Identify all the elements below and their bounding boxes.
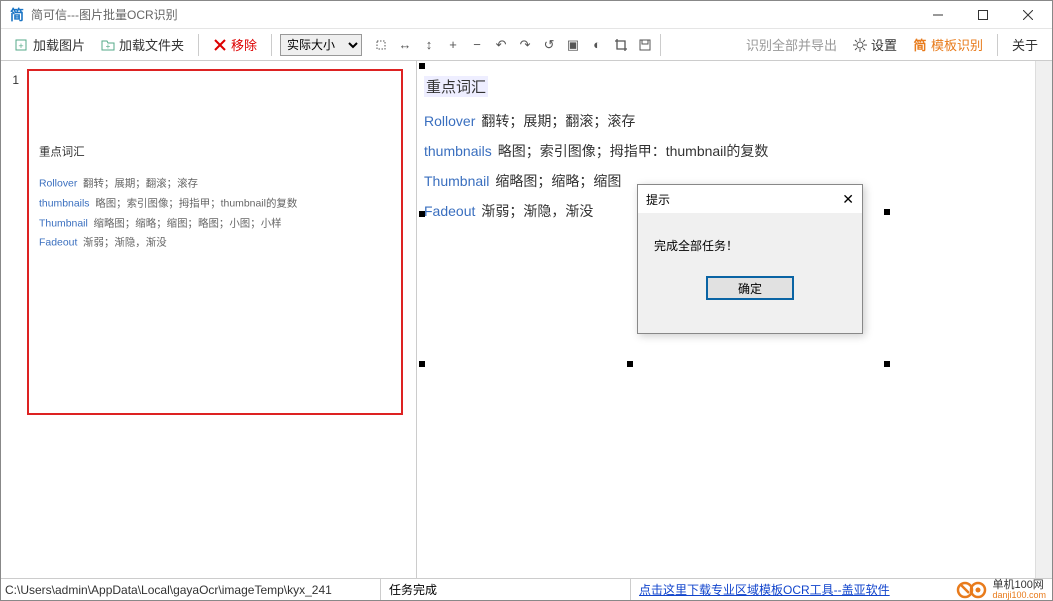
- crop-icon[interactable]: [614, 38, 628, 52]
- logo-icon: [956, 580, 988, 600]
- sel-handle[interactable]: [419, 63, 425, 69]
- site-logo[interactable]: 单机100网 danji100.com: [950, 580, 1052, 600]
- template-button[interactable]: 简 模板识别: [907, 32, 989, 57]
- remove-label: 移除: [231, 35, 257, 54]
- settings-button[interactable]: 设置: [847, 32, 903, 57]
- thumb-heading: 重点词汇: [39, 141, 373, 163]
- contrast-icon[interactable]: ◐: [590, 38, 604, 52]
- dialog-message: 完成全部任务！: [654, 237, 846, 254]
- arrow-horizontal-icon[interactable]: ↔: [398, 38, 412, 52]
- fit-width-icon[interactable]: [374, 38, 388, 52]
- close-button[interactable]: [1005, 1, 1050, 28]
- svg-text:+: +: [106, 42, 111, 51]
- remove-button[interactable]: 移除: [207, 32, 263, 57]
- gear-icon: [853, 38, 867, 52]
- sel-handle[interactable]: [884, 361, 890, 367]
- undo-icon[interactable]: ↺: [542, 38, 556, 52]
- thumb-row: Thumbnail缩略图；缩略；缩图；略图；小图；小样: [39, 214, 373, 234]
- template-icon: 简: [913, 38, 927, 52]
- sel-handle[interactable]: [627, 361, 633, 367]
- load-image-label: 加载图片: [33, 35, 85, 54]
- minimize-button[interactable]: [915, 1, 960, 28]
- load-folder-label: 加载文件夹: [119, 35, 184, 54]
- logo-text1: 单机100网: [992, 580, 1046, 591]
- about-button[interactable]: 关于: [1006, 32, 1044, 57]
- maximize-button[interactable]: [960, 1, 1005, 28]
- logo-text2: danji100.com: [992, 591, 1046, 600]
- thumb-row: thumbnails略图；索引图像；拇指甲；thumbnail的复数: [39, 194, 373, 214]
- load-image-button[interactable]: + 加载图片: [9, 32, 91, 57]
- thumbnail-item[interactable]: 重点词汇 Rollover翻转；展期；翻滚；滚存 thumbnails略图；索引…: [27, 69, 403, 415]
- thumbnail-list: 1 重点词汇 Rollover翻转；展期；翻滚；滚存 thumbnails略图；…: [1, 61, 417, 578]
- ocr-heading: 重点词汇: [424, 76, 488, 97]
- status-state: 任务完成: [381, 579, 631, 600]
- thumb-row: Fadeout渐弱；渐隐，渐没: [39, 234, 373, 254]
- rotate-right-icon[interactable]: ↷: [518, 38, 532, 52]
- separator: [997, 34, 998, 56]
- app-icon: 简: [9, 7, 25, 23]
- template-label: 模板识别: [931, 35, 983, 54]
- message-dialog: 提示 ✕ 完成全部任务！ 确定: [637, 184, 863, 334]
- image-add-icon: +: [15, 38, 29, 52]
- load-folder-button[interactable]: + 加载文件夹: [95, 32, 190, 57]
- dialog-title: 提示: [646, 191, 670, 208]
- ocr-line[interactable]: Rollover翻转；展期；翻滚；滚存: [424, 111, 1028, 131]
- save-icon[interactable]: [638, 38, 652, 52]
- window-title: 简可信---图片批量OCR识别: [31, 6, 915, 23]
- recognize-export-button[interactable]: 识别全部并导出: [740, 32, 843, 57]
- dialog-close-icon[interactable]: ✕: [842, 191, 854, 208]
- reset-icon[interactable]: ▣: [566, 38, 580, 52]
- ocr-line[interactable]: thumbnails略图；索引图像；拇指甲：thumbnail的复数: [424, 141, 1028, 161]
- about-label: 关于: [1012, 35, 1038, 54]
- thumb-index: 1: [12, 73, 19, 87]
- plus-icon[interactable]: +: [446, 38, 460, 52]
- statusbar: C:\Users\admin\AppData\Local\gayaOcr\ima…: [1, 578, 1052, 600]
- sel-handle[interactable]: [419, 211, 425, 217]
- folder-add-icon: +: [101, 38, 115, 52]
- zoom-select[interactable]: 实际大小: [280, 34, 362, 56]
- vertical-scrollbar[interactable]: [1035, 61, 1052, 578]
- toolbar: + 加载图片 + 加载文件夹 移除 实际大小 ↔ ↕ + − ↶ ↷ ↺ ▣ ◐: [1, 29, 1052, 61]
- titlebar: 简 简可信---图片批量OCR识别: [1, 1, 1052, 29]
- rotate-left-icon[interactable]: ↶: [494, 38, 508, 52]
- separator: [271, 34, 272, 56]
- status-download-link[interactable]: 点击这里下载专业区域模板OCR工具--盖亚软件: [631, 581, 950, 598]
- dialog-ok-button[interactable]: 确定: [706, 276, 794, 300]
- remove-icon: [213, 38, 227, 52]
- sel-handle[interactable]: [419, 361, 425, 367]
- thumb-row: Rollover翻转；展期；翻滚；滚存: [39, 174, 373, 194]
- minus-icon[interactable]: −: [470, 38, 484, 52]
- sel-handle[interactable]: [884, 209, 890, 215]
- status-path: C:\Users\admin\AppData\Local\gayaOcr\ima…: [1, 579, 381, 600]
- settings-label: 设置: [871, 35, 897, 54]
- separator: [198, 34, 199, 56]
- arrow-updown-icon[interactable]: ↕: [422, 38, 436, 52]
- separator: [660, 34, 661, 56]
- recognize-export-label: 识别全部并导出: [746, 35, 837, 54]
- svg-text:+: +: [18, 41, 23, 51]
